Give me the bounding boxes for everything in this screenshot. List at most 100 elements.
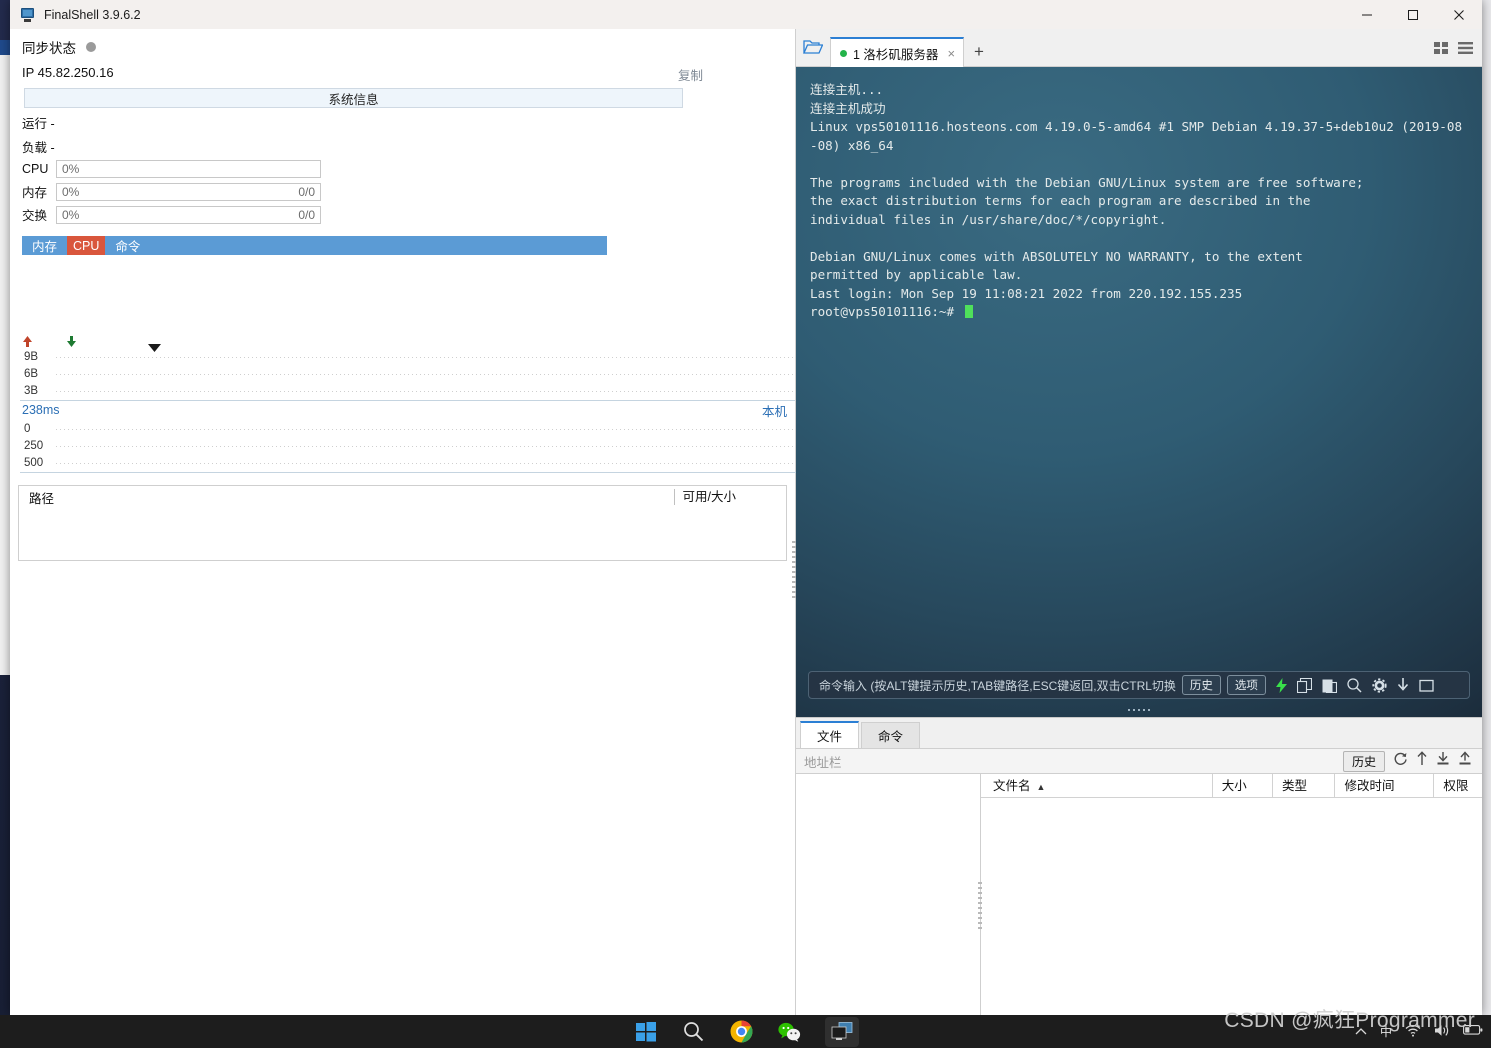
cpu-metric-bar: 0% [56,160,321,178]
download-icon[interactable] [1436,751,1450,771]
copy-link[interactable]: 复制 [678,65,703,84]
network-chart-yaxis: 9B 6B 3B [20,349,54,400]
window-controls [1344,0,1482,29]
session-status-dot [840,50,847,57]
grid-view-icon[interactable] [1434,41,1449,60]
tree-splitter[interactable] [978,882,982,930]
column-modified[interactable]: 修改时间 [1334,774,1433,798]
memory-metric-label: 内存 [22,182,56,201]
column-size[interactable]: 大小 [1212,774,1272,798]
upload-icon[interactable] [1458,751,1472,771]
network-traffic-chart: 9B 6B 3B [20,349,795,401]
ip-row: IP 45.82.250.16 复制 [10,61,795,84]
local-host-link[interactable]: 本机 [762,401,787,420]
fullscreen-icon[interactable] [1419,678,1434,693]
gear-icon[interactable] [1372,678,1387,693]
volume-icon[interactable] [1434,1024,1450,1040]
file-history-button[interactable]: 历史 [1343,751,1385,772]
latency-gridline [56,429,796,430]
disk-col-size[interactable]: 可用/大小 [674,489,786,505]
command-options-button[interactable]: 选项 [1227,675,1266,695]
new-tab-button[interactable]: + [964,42,994,66]
file-list-header: 文件名▲ 大小 类型 修改时间 权限 [981,774,1482,798]
swap-metric-row: 交换 0% 0/0 [10,205,795,224]
address-bar[interactable]: 地址栏 历史 [796,748,1482,774]
maximize-button[interactable] [1390,0,1436,29]
finalshell-icon[interactable] [825,1017,859,1047]
main-split: 同步状态 IP 45.82.250.16 复制 系统信息 运行 - 负载 - C… [10,29,1482,1015]
latency-chart-yaxis: 0 250 500 [20,421,54,472]
minimize-button[interactable] [1344,0,1390,29]
finalshell-window: FinalShell 3.9.6.2 同步状态 IP 45.82.250.16 … [10,0,1482,1015]
sync-status-indicator [86,42,96,52]
terminal-text: 连接主机... 连接主机成功 Linux vps50101116.hosteon… [796,81,1482,322]
title-bar: FinalShell 3.9.6.2 [10,0,1482,29]
cpu-metric-value: 0% [57,162,79,176]
column-type[interactable]: 类型 [1272,774,1335,798]
network-ytick-1: 6B [20,366,54,383]
address-bar-placeholder: 地址栏 [804,752,842,771]
copy-icon[interactable] [1297,678,1312,693]
tab-cpu[interactable]: CPU [67,236,105,255]
load-label: 负载 - [10,137,795,156]
latency-chart: 0 250 500 [20,421,796,473]
column-permissions[interactable]: 权限 [1433,774,1482,798]
search-icon[interactable] [1347,678,1362,693]
chrome-icon[interactable] [729,1019,755,1045]
network-ytick-0: 9B [20,349,54,366]
file-list[interactable]: 文件名▲ 大小 类型 修改时间 权限 [981,774,1482,1015]
sync-status-row: 同步状态 [10,29,795,61]
chevron-up-icon[interactable] [1355,1025,1367,1039]
file-manager-body: 文件名▲ 大小 类型 修改时间 权限 [796,774,1482,1015]
latency-value: 238ms [22,403,60,417]
system-info-bar[interactable]: 系统信息 [24,88,683,108]
download-icon[interactable] [1397,678,1409,693]
latency-ytick-1: 250 [20,438,54,455]
session-tab-close-icon[interactable]: × [947,46,955,61]
column-filename[interactable]: 文件名▲ [981,774,1212,798]
network-gridline [56,374,795,375]
cpu-metric-label: CPU [22,162,56,176]
latency-ytick-0: 0 [20,421,54,438]
battery-icon[interactable] [1463,1024,1483,1039]
memory-metric-value: 0% [57,185,79,199]
tab-command[interactable]: 命令 [105,236,150,255]
file-manager-panel: 文件 命令 地址栏 历史 [796,717,1482,1015]
swap-metric-detail: 0/0 [298,208,320,222]
panel-resize-handle[interactable] [796,707,1482,713]
open-folder-icon[interactable] [796,28,830,66]
paste-icon[interactable] [1322,678,1337,693]
terminal-output[interactable]: 连接主机... 连接主机成功 Linux vps50101116.hosteon… [796,67,1482,717]
tab-commands[interactable]: 命令 [861,722,920,748]
close-button[interactable] [1436,0,1482,29]
network-gridline [56,391,795,392]
column-filename-label: 文件名 [993,779,1031,793]
disk-col-path[interactable]: 路径 [19,488,54,507]
windows-start-icon[interactable] [633,1019,659,1045]
wechat-icon[interactable] [777,1019,803,1045]
disk-usage-table: 路径 可用/大小 [18,485,787,561]
tab-memory[interactable]: 内存 [22,236,67,255]
latency-header: 238ms 本机 [10,401,795,421]
wifi-icon[interactable] [1405,1024,1421,1040]
refresh-icon[interactable] [1393,751,1408,771]
command-input-placeholder: 命令输入 (按ALT键提示历史,TAB键路径,ESC键返回,双击CTRL切换 [819,677,1176,694]
parent-dir-icon[interactable] [1416,751,1428,771]
memory-metric-detail: 0/0 [298,185,320,199]
lightning-icon[interactable] [1276,678,1287,693]
network-gridline [56,357,795,358]
directory-tree[interactable] [796,774,981,1015]
address-bar-tools: 历史 [1343,751,1482,772]
app-icon [20,8,36,22]
swap-metric-bar: 0% 0/0 [56,206,321,224]
search-icon[interactable] [681,1019,707,1045]
command-history-button[interactable]: 历史 [1182,675,1221,695]
tab-files[interactable]: 文件 [800,721,859,748]
metric-chart-canvas [10,255,795,333]
command-input-bar[interactable]: 命令输入 (按ALT键提示历史,TAB键路径,ESC键返回,双击CTRL切换 历… [808,671,1470,699]
list-view-icon[interactable] [1458,41,1473,60]
session-tab-label: 1 洛杉矶服务器 [853,44,938,63]
session-tab-1[interactable]: 1 洛杉矶服务器 × [830,37,964,67]
ime-indicator[interactable]: 中 [1380,1023,1392,1040]
session-panel: 1 洛杉矶服务器 × + [796,29,1482,1015]
